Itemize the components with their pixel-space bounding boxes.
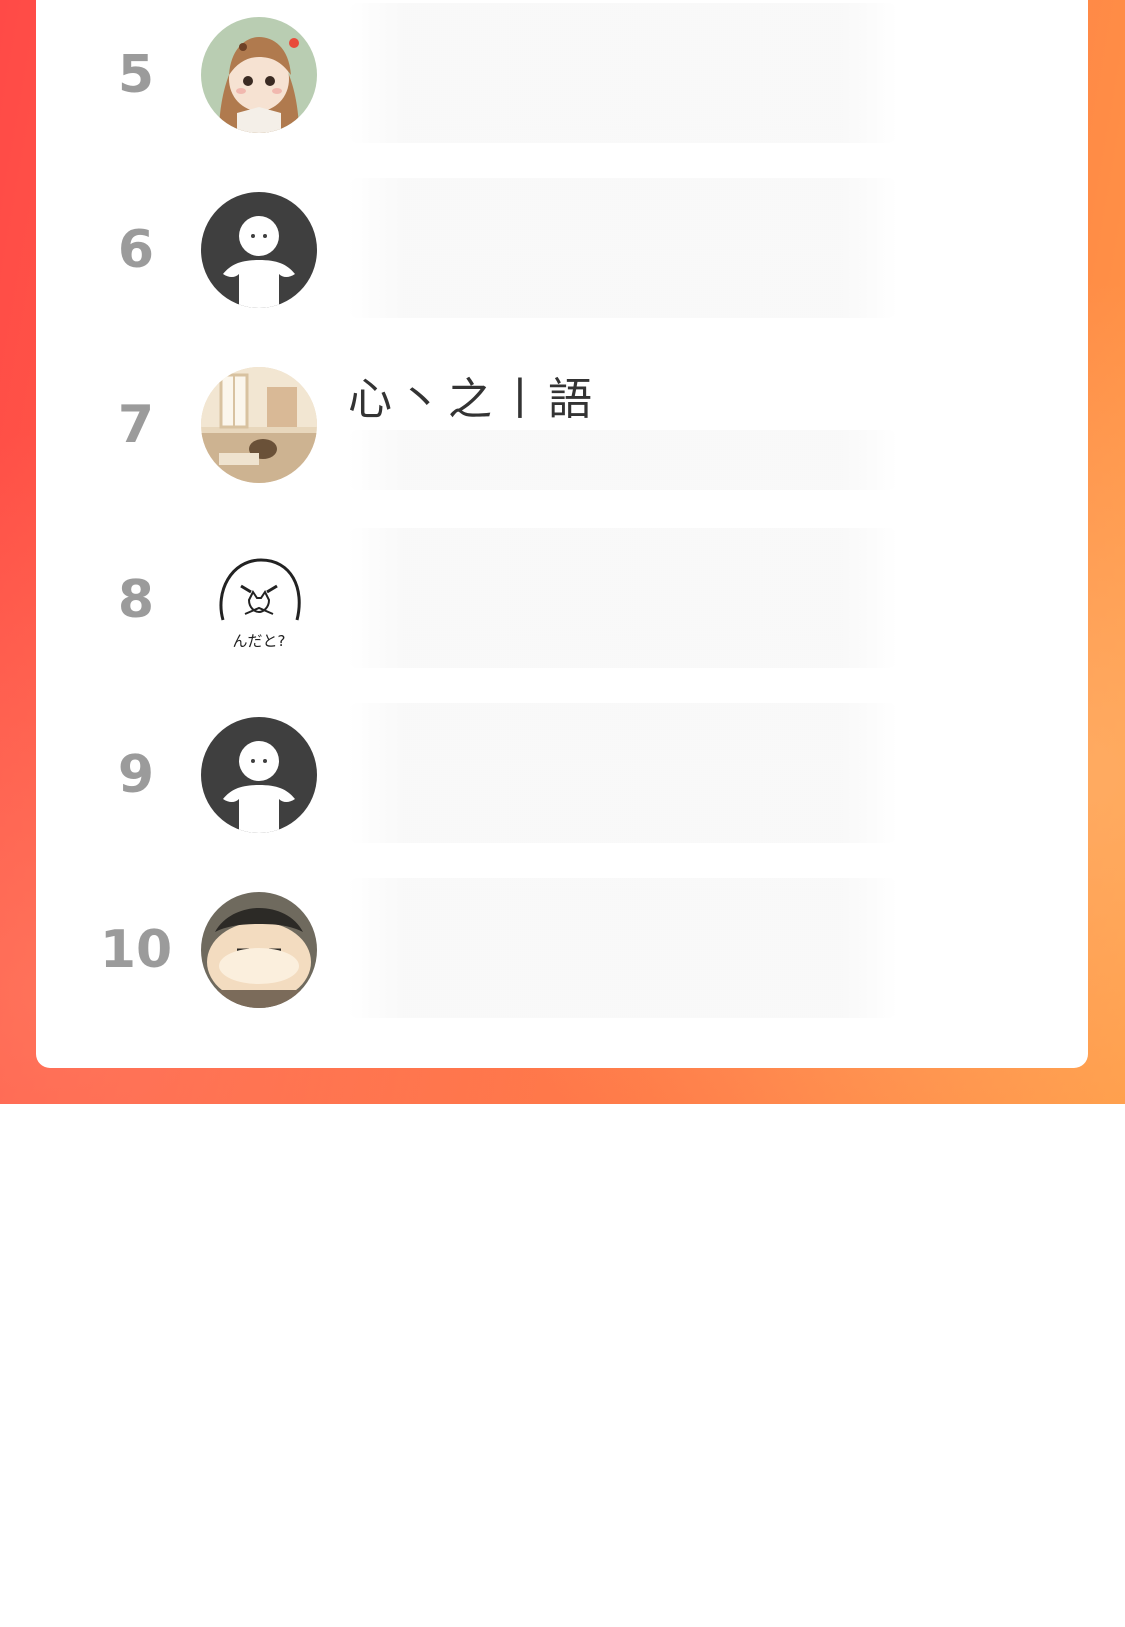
ranking-row[interactable]: 8 んだと? — [36, 510, 1088, 690]
rank-number: 6 — [117, 220, 155, 280]
ranking-row[interactable]: 5 — [36, 0, 1088, 165]
sticker-text: んだと? — [233, 632, 286, 650]
ranking-row[interactable]: 10 — [36, 860, 1088, 1040]
ranking-row[interactable]: 7 心丶之丨語 — [36, 335, 1088, 515]
cartoon-boy-avatar-icon[interactable] — [201, 892, 317, 1008]
rank-number: 8 — [117, 570, 155, 630]
sketch-cat-avatar-icon[interactable]: んだと? — [201, 542, 317, 658]
ranking-card: 5 6 7 心丶之丨語 8 んだと? 9 10 — [36, 0, 1088, 1068]
rank-number: 10 — [99, 920, 173, 980]
ranking-row[interactable]: 9 — [36, 685, 1088, 865]
name-placeholder — [348, 878, 898, 1018]
cartoon-girl-avatar-icon[interactable] — [201, 17, 317, 133]
name-placeholder — [348, 703, 898, 843]
room-photo-avatar-icon[interactable] — [201, 367, 317, 483]
rank-number: 7 — [117, 395, 155, 455]
default-user-avatar-icon[interactable] — [201, 717, 317, 833]
ranking-row[interactable]: 6 — [36, 160, 1088, 340]
user-name[interactable]: 心丶之丨語 — [348, 363, 598, 427]
rank-number: 5 — [117, 45, 155, 105]
rank-number: 9 — [117, 745, 155, 805]
default-user-avatar-icon[interactable] — [201, 192, 317, 308]
name-placeholder — [348, 178, 898, 318]
name-placeholder — [348, 3, 898, 143]
name-placeholder — [348, 430, 898, 490]
name-placeholder — [348, 528, 898, 668]
